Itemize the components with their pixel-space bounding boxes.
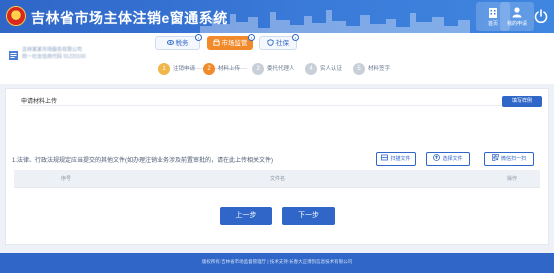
step-cancel-application: 1 注销申请 [158, 63, 195, 75]
scanner-icon [381, 154, 389, 161]
tab-market-label: 市场监管 [221, 40, 248, 47]
step-entrust-agent: 3 委托代理人 [252, 63, 295, 75]
file-table-body [14, 187, 540, 188]
building-icon [489, 8, 497, 18]
column-header-actions: 操作 [507, 176, 518, 182]
step-number: 1 [158, 63, 170, 75]
upload-icon [433, 154, 441, 161]
my-applications-button[interactable]: 我的申请 [500, 2, 534, 31]
company-code: 统一社会信用代码 91220100 [22, 54, 86, 60]
upload-panel [5, 88, 549, 245]
step-label: 注销申请 [173, 66, 196, 72]
step-identity-verification: 4 实人认证 [305, 63, 342, 75]
tab-social-label: 社保 [276, 40, 289, 47]
previous-step-button[interactable]: 上一步 [220, 207, 272, 225]
step-label: 材料签字 [368, 66, 391, 72]
step-number: 4 [305, 63, 317, 75]
document-requirement-label: 1.法律、行政法规规定应当提交的其他文件(如办理注销业务涉及前置审批的，请在此上… [12, 158, 274, 164]
tab-badge: • [195, 34, 202, 41]
city-skyline-decoration [200, 10, 470, 33]
column-header-seq: 序号 [61, 176, 72, 182]
shield-icon [267, 39, 274, 46]
column-header-filename: 文件名 [270, 176, 286, 182]
step-material-upload: 2 材料上传 [203, 63, 240, 75]
scan-file-button[interactable]: 扫描文件 [376, 152, 416, 166]
step-label: 实人认证 [320, 66, 343, 72]
national-emblem-logo [6, 6, 26, 26]
step-number: 3 [252, 63, 264, 75]
user-icon [512, 7, 522, 18]
wechat-scan-label: 微信扫一扫 [500, 156, 526, 162]
tab-badge: • [248, 34, 255, 41]
step-label: 材料上传 [218, 66, 241, 72]
app-title: 吉林省市场主体注销e窗通系统 [31, 10, 228, 26]
my-applications-label: 我的申请 [506, 21, 527, 27]
company-name: 吉林某某市场服务有限公司 [22, 47, 83, 53]
company-info: 吉林某某市场服务有限公司 统一社会信用代码 91220100 [22, 47, 86, 61]
next-step-button[interactable]: 下一步 [282, 207, 335, 225]
tab-badge: • [292, 34, 299, 41]
store-icon [212, 39, 220, 46]
qr-code-icon [492, 154, 499, 161]
company-icon [9, 51, 18, 60]
tab-market-supervision[interactable]: 市场监管 • [207, 34, 255, 50]
power-icon[interactable] [533, 8, 549, 24]
step-number: 2 [203, 63, 215, 75]
wechat-scan-button[interactable]: 微信扫一扫 [484, 152, 534, 166]
step-number: 5 [353, 63, 365, 75]
divider [20, 105, 536, 106]
tab-tax-label: 税务 [175, 40, 189, 47]
footer-copyright: 版权所有:吉林省市场监督管理厅 | 技术支持:长春大正博凯信息技术有限公司 [201, 259, 353, 264]
tab-social-security[interactable]: 社保 • [259, 34, 299, 50]
eye-icon [166, 40, 174, 45]
step-label: 委托代理人 [267, 66, 295, 72]
choose-file-label: 选择文件 [442, 156, 463, 162]
step-material-sign: 5 材料签字 [353, 63, 390, 75]
fill-sample-button[interactable]: 填写样例 [502, 96, 542, 107]
choose-file-button[interactable]: 选择文件 [426, 152, 470, 166]
section-title: 申请材料上传 [21, 99, 58, 105]
scan-file-label: 扫描文件 [390, 156, 411, 162]
tab-tax[interactable]: 税务 • [155, 34, 202, 50]
